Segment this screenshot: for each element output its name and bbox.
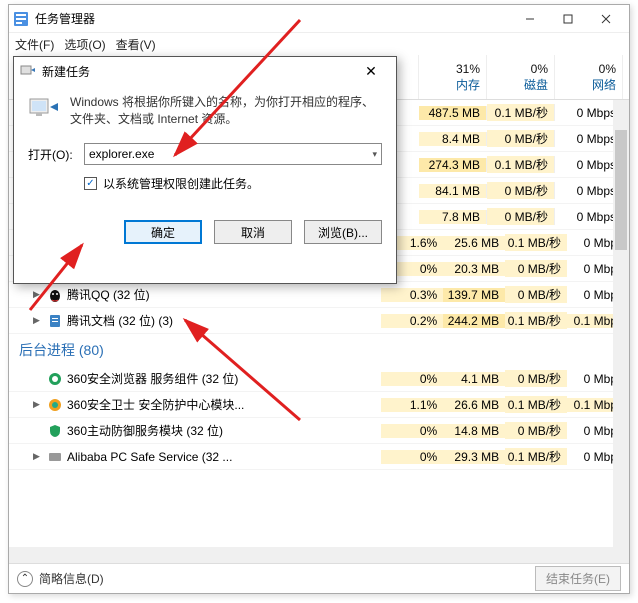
menu-file[interactable]: 文件(F) (15, 36, 54, 53)
360safe-icon (47, 397, 63, 413)
section-background: 后台进程 (80) (9, 334, 629, 366)
process-name: 腾讯QQ (32 位) (67, 286, 150, 303)
run-icon (28, 93, 60, 125)
maximize-button[interactable] (549, 7, 587, 31)
open-combobox[interactable]: explorer.exe ▾ (84, 143, 382, 165)
titlebar[interactable]: 任务管理器 (9, 5, 629, 33)
table-row[interactable]: ▶ 腾讯QQ (32 位) 0.3% 139.7 MB 0 MB/秒 0 Mbp… (9, 282, 629, 308)
docs-icon (47, 313, 63, 329)
dialog-titlebar[interactable]: 新建任务 ✕ (14, 57, 396, 85)
process-name: 360安全浏览器 服务组件 (32 位) (67, 370, 238, 387)
column-network[interactable]: 0% 网络 (555, 55, 623, 99)
app-icon (13, 11, 29, 27)
qq-icon (47, 287, 63, 303)
open-label: 打开(O): (28, 146, 76, 163)
process-name: 360安全卫士 安全防护中心模块... (67, 396, 244, 413)
process-name: 腾讯文档 (32 位) (3) (67, 312, 173, 329)
expand-icon[interactable]: ▶ (33, 399, 43, 410)
fewer-details-button[interactable]: ⌃ 简略信息(D) (17, 570, 104, 587)
cancel-button[interactable]: 取消 (214, 220, 292, 244)
menu-options[interactable]: 选项(O) (64, 36, 105, 53)
admin-checkbox-label: 以系统管理权限创建此任务。 (103, 175, 259, 192)
table-row[interactable]: ▶ 360安全卫士 安全防护中心模块... 1.1% 26.6 MB 0.1 M… (9, 392, 629, 418)
status-bar: ⌃ 简略信息(D) 结束任务(E) (9, 563, 629, 593)
360browser-icon (47, 371, 63, 387)
run-dialog: 新建任务 ✕ Windows 将根据你所键入的名称，为你打开相应的程序、文件夹、… (13, 56, 397, 284)
end-task-button[interactable]: 结束任务(E) (535, 566, 621, 591)
table-row[interactable]: ▶ 腾讯文档 (32 位) (3) 0.2% 244.2 MB 0.1 MB/秒… (9, 308, 629, 334)
360defense-icon (47, 423, 63, 439)
window-controls (511, 7, 625, 31)
column-disk[interactable]: 0% 磁盘 (487, 55, 555, 99)
process-name: Alibaba PC Safe Service (32 ... (67, 450, 232, 464)
expand-icon[interactable]: ▶ (33, 451, 43, 462)
open-value: explorer.exe (89, 147, 372, 161)
table-row[interactable]: ▶ Alibaba PC Safe Service (32 ... 0% 29.… (9, 444, 629, 470)
expand-icon[interactable]: ▶ (33, 315, 43, 326)
window-title: 任务管理器 (35, 10, 511, 27)
ok-button[interactable]: 确定 (124, 220, 202, 244)
chevron-down-icon: ▾ (372, 149, 377, 160)
browse-button[interactable]: 浏览(B)... (304, 220, 382, 244)
column-memory[interactable]: 31% 内存 (419, 55, 487, 99)
horizontal-scrollbar[interactable] (9, 547, 613, 563)
vertical-scrollbar[interactable] (613, 100, 629, 563)
alibaba-icon (47, 449, 63, 465)
menu-view[interactable]: 查看(V) (116, 36, 156, 53)
close-button[interactable] (587, 7, 625, 31)
dialog-description: Windows 将根据你所键入的名称，为你打开相应的程序、文件夹、文档或 Int… (70, 93, 382, 127)
table-row[interactable]: 360主动防御服务模块 (32 位) 0% 14.8 MB 0 MB/秒 0 M… (9, 418, 629, 444)
run-app-icon (20, 63, 36, 79)
menubar: 文件(F) 选项(O) 查看(V) (9, 33, 629, 55)
process-name: 360主动防御服务模块 (32 位) (67, 422, 223, 439)
chevron-up-icon: ⌃ (17, 571, 33, 587)
dialog-title: 新建任务 (42, 63, 360, 80)
admin-checkbox[interactable]: ✓ (84, 177, 97, 190)
minimize-button[interactable] (511, 7, 549, 31)
expand-icon[interactable]: ▶ (33, 289, 43, 300)
table-row[interactable]: 360安全浏览器 服务组件 (32 位) 0% 4.1 MB 0 MB/秒 0 … (9, 366, 629, 392)
dialog-close-button[interactable]: ✕ (360, 63, 390, 80)
